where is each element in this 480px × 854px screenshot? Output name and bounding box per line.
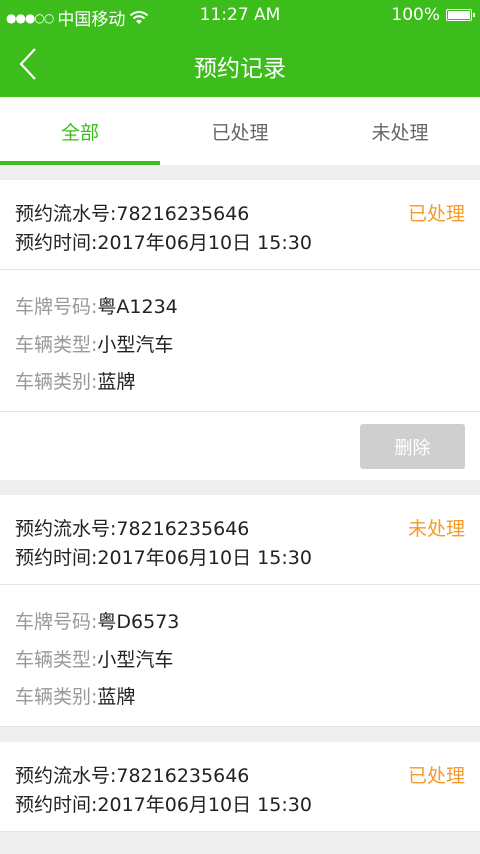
serial-line: 预约流水号:78216235646 bbox=[15, 199, 249, 226]
record-summary: 预约流水号:78216235646 预约时间:2017年06月10日 15:30… bbox=[0, 742, 480, 832]
battery-icon bbox=[446, 9, 475, 21]
delete-button[interactable]: 删除 bbox=[360, 424, 465, 469]
vehicle-class-label: 车辆类别: bbox=[15, 686, 98, 708]
tab-all[interactable]: 全部 bbox=[0, 97, 160, 165]
time-line: 预约时间:2017年06月10日 15:30 bbox=[15, 790, 312, 817]
record-card[interactable]: 预约流水号:78216235646 预约时间:2017年06月10日 15:30… bbox=[0, 742, 480, 832]
vehicle-type-value: 小型汽车 bbox=[97, 649, 174, 671]
time-label: 预约时间: bbox=[15, 232, 98, 254]
status-badge: 已处理 bbox=[407, 765, 465, 787]
record-list: 预约流水号:78216235646 预约时间:2017年06月10日 15:30… bbox=[0, 180, 480, 847]
page-title: 预约记录 bbox=[194, 56, 286, 82]
vehicle-type-row: 车辆类型:小型汽车 bbox=[15, 330, 173, 357]
vehicle-type-row: 车辆类型:小型汽车 bbox=[15, 645, 173, 672]
record-card[interactable]: 预约流水号:78216235646 预约时间:2017年06月10日 15:30… bbox=[0, 495, 480, 727]
appointment-time: 2017年06月10日 15:30 bbox=[97, 232, 312, 254]
app-header: ●●●○○ 中国移动 11:27 AM 100% 预约记录 bbox=[0, 0, 480, 97]
appointment-time: 2017年06月10日 15:30 bbox=[97, 547, 312, 569]
vehicle-class-row: 车辆类别:蓝牌 bbox=[15, 682, 135, 709]
time-line: 预约时间:2017年06月10日 15:30 bbox=[15, 228, 312, 255]
plate-row: 车牌号码:粤D6573 bbox=[15, 607, 179, 634]
serial-line: 预约流水号:78216235646 bbox=[15, 514, 249, 541]
plate-value: 粤A1234 bbox=[97, 296, 178, 318]
serial-number: 78216235646 bbox=[116, 518, 250, 540]
active-tab-indicator bbox=[0, 161, 160, 165]
vehicle-type-value: 小型汽车 bbox=[97, 334, 174, 356]
nav-bar: 预约记录 bbox=[0, 30, 480, 97]
appointment-time: 2017年06月10日 15:30 bbox=[97, 794, 312, 816]
record-details: 车牌号码:粤D6573 车辆类型:小型汽车 车辆类别:蓝牌 bbox=[0, 585, 480, 727]
tab-label: 未处理 bbox=[371, 121, 429, 144]
status-bar: ●●●○○ 中国移动 11:27 AM 100% bbox=[0, 0, 480, 30]
serial-number: 78216235646 bbox=[116, 203, 250, 225]
status-badge: 未处理 bbox=[407, 518, 465, 540]
battery-percent: 100% bbox=[391, 5, 440, 25]
tab-label: 已处理 bbox=[211, 121, 269, 144]
serial-number: 78216235646 bbox=[116, 765, 250, 787]
serial-label: 预约流水号: bbox=[15, 765, 117, 787]
vehicle-type-label: 车辆类型: bbox=[15, 334, 98, 356]
tab-processed[interactable]: 已处理 bbox=[160, 97, 320, 165]
time-line: 预约时间:2017年06月10日 15:30 bbox=[15, 543, 312, 570]
plate-value: 粤D6573 bbox=[97, 611, 180, 633]
status-right: 100% bbox=[391, 5, 475, 25]
serial-label: 预约流水号: bbox=[15, 518, 117, 540]
vehicle-type-label: 车辆类型: bbox=[15, 649, 98, 671]
tab-unprocessed[interactable]: 未处理 bbox=[320, 97, 480, 165]
plate-label: 车牌号码: bbox=[15, 611, 98, 633]
serial-line: 预约流水号:78216235646 bbox=[15, 761, 249, 788]
serial-label: 预约流水号: bbox=[15, 203, 117, 225]
vehicle-class-label: 车辆类别: bbox=[15, 371, 98, 393]
vehicle-class-row: 车辆类别:蓝牌 bbox=[15, 367, 135, 394]
record-summary: 预约流水号:78216235646 预约时间:2017年06月10日 15:30… bbox=[0, 495, 480, 585]
status-badge: 已处理 bbox=[407, 203, 465, 225]
plate-label: 车牌号码: bbox=[15, 296, 98, 318]
plate-row: 车牌号码:粤A1234 bbox=[15, 292, 178, 319]
vehicle-class-value: 蓝牌 bbox=[97, 371, 136, 393]
time-label: 预约时间: bbox=[15, 794, 98, 816]
filter-tabs: 全部 已处理 未处理 bbox=[0, 97, 480, 165]
time-label: 预约时间: bbox=[15, 547, 98, 569]
record-card[interactable]: 预约流水号:78216235646 预约时间:2017年06月10日 15:30… bbox=[0, 180, 480, 480]
tab-label: 全部 bbox=[60, 121, 99, 144]
record-details: 车牌号码:粤A1234 车辆类型:小型汽车 车辆类别:蓝牌 bbox=[0, 270, 480, 412]
vehicle-class-value: 蓝牌 bbox=[97, 686, 136, 708]
record-actions: 删除 bbox=[0, 412, 480, 480]
record-summary: 预约流水号:78216235646 预约时间:2017年06月10日 15:30… bbox=[0, 180, 480, 270]
